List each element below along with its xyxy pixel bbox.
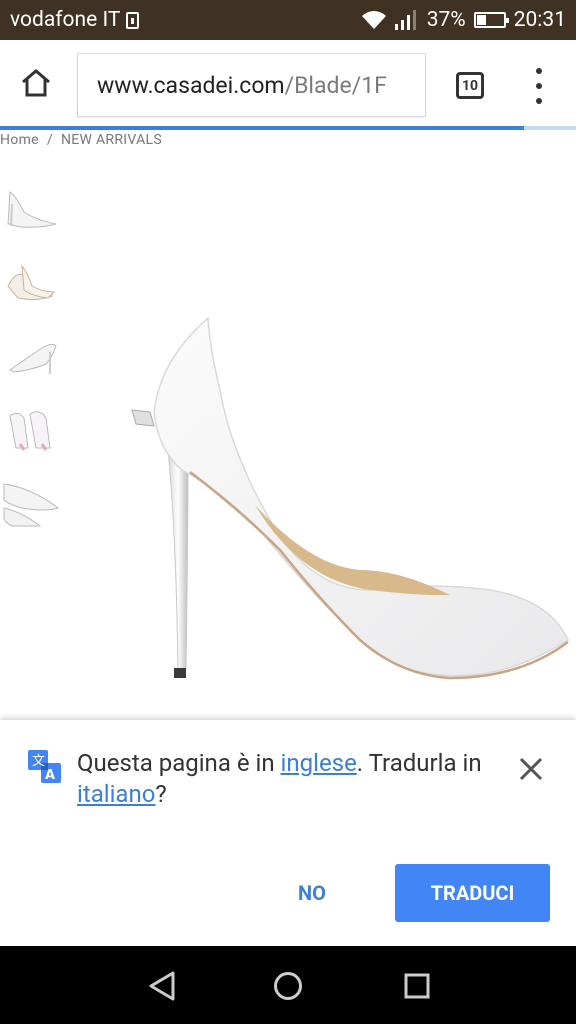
- svg-text:文: 文: [32, 754, 45, 769]
- translate-message: Questa pagina è in inglese. Tradurla in …: [77, 748, 497, 810]
- thumbnail-pair-view[interactable]: [0, 246, 62, 316]
- battery-level: [476, 15, 487, 25]
- thumbnail-strip: [0, 172, 66, 542]
- main-shoe-image[interactable]: [70, 150, 576, 710]
- url-domain: www.casadei.com: [97, 71, 285, 99]
- progress-fill: [0, 126, 525, 130]
- message-text-before: Questa pagina è in: [77, 749, 281, 777]
- wifi-icon: [361, 11, 386, 29]
- battery-percent: 37%: [426, 8, 466, 32]
- carrier-name: vodafone IT: [10, 8, 121, 32]
- overflow-menu-icon[interactable]: [526, 68, 552, 104]
- home-circle-icon[interactable]: [268, 966, 308, 1006]
- home-icon: [22, 69, 50, 97]
- close-icon[interactable]: [516, 754, 546, 784]
- clock: 20:31: [513, 8, 566, 32]
- system-nav-bar: [0, 946, 576, 1024]
- breadcrumb-home[interactable]: Home: [0, 132, 39, 148]
- thumbnail-back-view[interactable]: [0, 394, 62, 464]
- translate-icon: 文 A: [28, 750, 61, 783]
- home-button[interactable]: [0, 40, 72, 126]
- breadcrumb: Home / NEW ARRIVALS: [0, 132, 162, 148]
- thumbnail-detail-view[interactable]: [0, 468, 62, 538]
- tabs-icon[interactable]: 10: [456, 72, 484, 99]
- message-text-after: ?: [155, 780, 167, 808]
- message-text-middle: . Tradurla in: [356, 749, 482, 777]
- sim-icon: [126, 11, 140, 29]
- battery-icon: [473, 12, 509, 28]
- source-language-link[interactable]: inglese: [281, 749, 357, 777]
- no-button[interactable]: NO: [280, 865, 344, 921]
- svg-text:A: A: [45, 768, 55, 783]
- translate-button[interactable]: TRADUCI: [395, 864, 550, 922]
- target-language-link[interactable]: italiano: [77, 780, 155, 808]
- status-bar: vodafone IT 37% 20:31: [0, 0, 576, 40]
- tab-count: 10: [461, 77, 479, 94]
- signal-icon: [394, 10, 416, 30]
- breadcrumb-separator: /: [46, 132, 53, 148]
- thumbnail-side-view[interactable]: [0, 172, 62, 242]
- page-load-progress: [0, 126, 576, 130]
- translate-infobar: 文 A Questa pagina è in inglese. Tradurla…: [0, 720, 576, 946]
- breadcrumb-new-arrivals[interactable]: NEW ARRIVALS: [61, 132, 162, 148]
- thumbnail-front-view[interactable]: [0, 320, 62, 390]
- url-path: /Blade/1F: [284, 71, 387, 99]
- recents-square-icon[interactable]: [397, 966, 437, 1006]
- url-bar[interactable]: www.casadei.com/Blade/1F: [77, 53, 426, 117]
- back-triangle-icon[interactable]: [142, 966, 182, 1006]
